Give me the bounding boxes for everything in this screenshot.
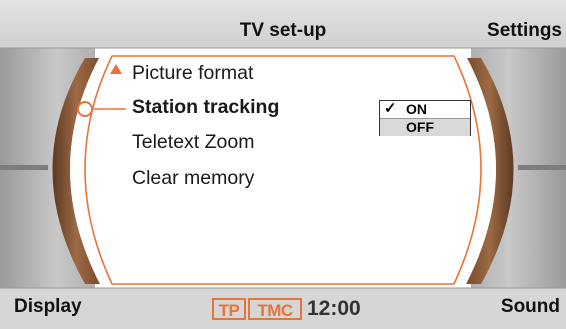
check-icon: ✓ [384, 100, 397, 117]
settings-softkey[interactable]: Settings [487, 20, 562, 42]
sound-softkey[interactable]: Sound [501, 296, 560, 318]
tv-setup-screen: TV set-up Settings Picture format Statio… [0, 0, 566, 329]
station-tracking-options: ✓ ON OFF [379, 100, 471, 136]
tp-status-badge: TP [212, 298, 246, 320]
tmc-status-badge: TMC [248, 298, 302, 320]
screen-background [0, 0, 566, 329]
option-off-label: OFF [406, 119, 434, 135]
option-on[interactable]: ✓ ON [380, 100, 470, 118]
clock: 12:00 [307, 297, 361, 320]
menu-item-clear-memory[interactable]: Clear memory [132, 167, 254, 190]
option-off[interactable]: OFF [380, 118, 470, 136]
option-on-label: ON [406, 101, 427, 117]
menu-item-picture-format[interactable]: Picture format [132, 62, 253, 85]
page-title: TV set-up [239, 20, 327, 41]
menu-item-teletext-zoom[interactable]: Teletext Zoom [132, 131, 254, 154]
display-softkey[interactable]: Display [14, 296, 82, 318]
menu-item-station-tracking[interactable]: Station tracking [132, 96, 279, 119]
selection-marker-icon [77, 101, 93, 117]
